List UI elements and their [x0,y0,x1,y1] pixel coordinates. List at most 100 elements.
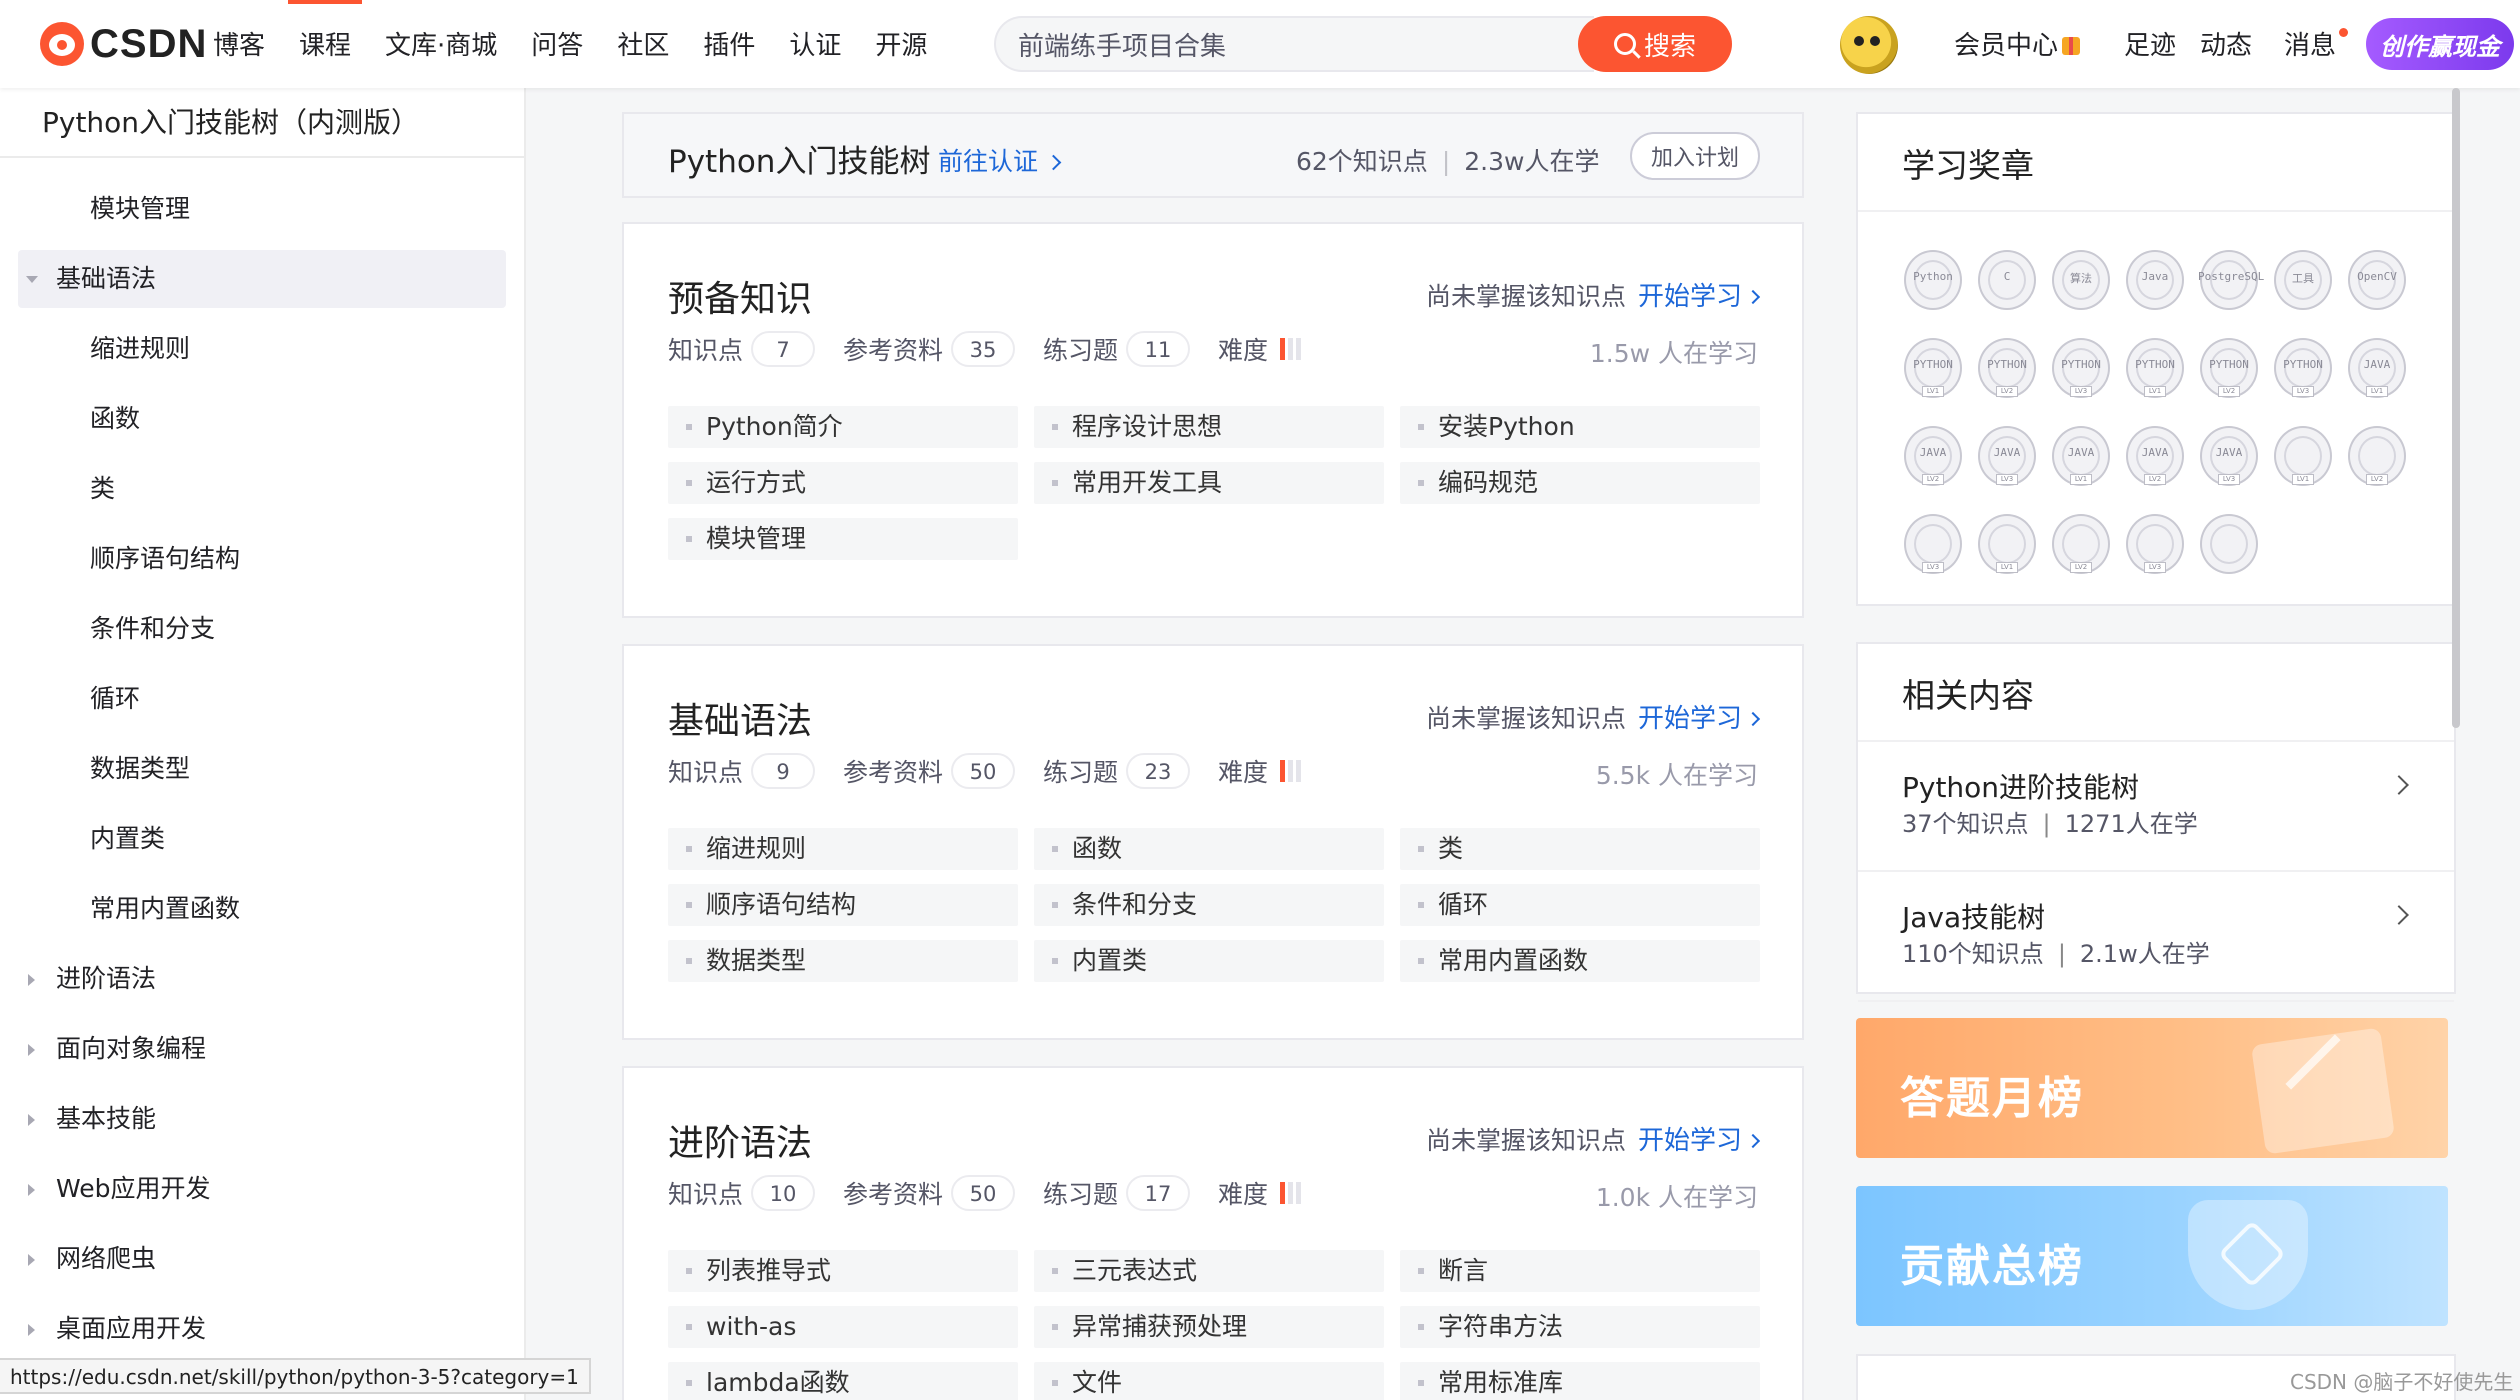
caret-right-icon[interactable] [28,1184,35,1196]
medal-badge-icon[interactable]: C [1976,248,2038,312]
topic-item[interactable]: 文件 [1034,1362,1384,1400]
nav-item[interactable]: 课程 [282,0,368,88]
exercise-count-badge[interactable]: 11 [1126,331,1191,367]
sidebar-item[interactable]: 基础语法 [0,244,524,314]
nav-item[interactable]: 认证 [772,0,858,88]
medal-badge-icon[interactable]: PYTHON LV2 [2198,336,2260,400]
sidebar-item[interactable]: Web应用开发 [0,1154,524,1224]
nav-item[interactable]: 文库·商城 [368,0,514,88]
topic-item[interactable]: 安装Python [1400,406,1760,448]
topic-item[interactable]: with-as [668,1306,1018,1348]
medal-badge-icon[interactable]: JAVA LV1 [2346,336,2408,400]
sidebar-item[interactable]: 函数 [0,384,524,454]
medal-badge-icon[interactable]: PostgreSQL [2198,248,2264,312]
medal-badge-icon[interactable]: JAVA LV3 [2198,424,2260,488]
topic-item[interactable]: 模块管理 [668,518,1018,560]
sidebar-item[interactable]: 内置类 [0,804,524,874]
topic-item[interactable]: 内置类 [1034,940,1384,982]
related-item[interactable]: Java技能树 110个知识点 | 2.1w人在学 [1858,872,2454,1002]
topic-item[interactable]: 顺序语句结构 [668,884,1018,926]
certification-link[interactable]: 前往认证 [938,142,1062,178]
sidebar-item[interactable]: 网络爬虫 [0,1224,524,1294]
sidebar-item[interactable]: 基本技能 [0,1084,524,1154]
start-learning-link[interactable]: 开始学习 [1638,1126,1742,1156]
sidebar-item[interactable]: 模块管理 [0,174,524,244]
topic-item[interactable]: 编码规范 [1400,462,1760,504]
medal-badge-icon[interactable]: 工具 [2272,248,2334,312]
search-button[interactable]: 搜索 [1578,16,1732,72]
medal-badge-icon[interactable] [2198,512,2260,576]
topic-item[interactable]: Python简介 [668,406,1018,448]
medal-badge-icon[interactable]: OpenCV [2346,248,2408,312]
knowledge-count-badge[interactable]: 7 [751,331,816,367]
start-learning-link[interactable]: 开始学习 [1638,704,1742,734]
topic-item[interactable]: 缩进规则 [668,828,1018,870]
medal-badge-icon[interactable]: PYTHON LV1 [1902,336,1964,400]
search-input[interactable] [994,16,1594,72]
sidebar-item[interactable]: 条件和分支 [0,594,524,664]
topic-item[interactable]: 常用开发工具 [1034,462,1384,504]
medal-badge-icon[interactable]: Java [2124,248,2186,312]
sidebar-item[interactable]: 类 [0,454,524,524]
knowledge-count-badge[interactable]: 10 [751,1175,816,1211]
caret-right-icon[interactable] [28,974,35,986]
create-button[interactable]: 创作赢现金 [2366,18,2514,70]
contribution-ranking-banner[interactable]: 贡献总榜 [1856,1186,2448,1326]
topic-item[interactable]: 程序设计思想 [1034,406,1384,448]
medal-badge-icon[interactable]: PYTHON LV3 [2050,336,2112,400]
medal-badge-icon[interactable]: JAVA LV3 [1976,424,2038,488]
user-avatar[interactable] [1840,16,1898,74]
sidebar-item[interactable]: 面向对象编程 [0,1014,524,1084]
sidebar-item[interactable]: 进阶语法 [0,944,524,1014]
medal-badge-icon[interactable]: JAVA LV2 [1902,424,1964,488]
topic-item[interactable]: 列表推导式 [668,1250,1018,1292]
topic-item[interactable]: 异常捕获预处理 [1034,1306,1384,1348]
medal-badge-icon[interactable]: LV3 [1902,512,1964,576]
caret-right-icon[interactable] [28,1254,35,1266]
topic-item[interactable]: 循环 [1400,884,1760,926]
sidebar-item[interactable]: 缩进规则 [0,314,524,384]
exercise-count-badge[interactable]: 17 [1126,1175,1191,1211]
scrollbar[interactable] [2452,88,2460,728]
topic-item[interactable]: 常用内置函数 [1400,940,1760,982]
caret-right-icon[interactable] [28,1044,35,1056]
reference-count-badge[interactable]: 50 [951,753,1016,789]
sidebar-item[interactable]: 常用内置函数 [0,874,524,944]
start-learning-link[interactable]: 开始学习 [1638,282,1742,312]
medal-badge-icon[interactable]: JAVA LV2 [2124,424,2186,488]
sidebar-item[interactable]: 顺序语句结构 [0,524,524,594]
topic-item[interactable]: 条件和分支 [1034,884,1384,926]
footprint-link[interactable]: 足迹 [2124,0,2176,88]
topic-item[interactable]: 字符串方法 [1400,1306,1760,1348]
csdn-logo[interactable]: CSDN [40,20,207,68]
medal-badge-icon[interactable]: PYTHON LV3 [2272,336,2334,400]
medal-badge-icon[interactable]: PYTHON LV2 [1976,336,2038,400]
medal-badge-icon[interactable]: Python [1902,248,1964,312]
nav-item[interactable]: 问答 [514,0,600,88]
reference-count-badge[interactable]: 50 [951,1175,1016,1211]
medal-badge-icon[interactable]: LV3 [2124,512,2186,576]
join-plan-button[interactable]: 加入计划 [1630,132,1760,180]
reference-count-badge[interactable]: 35 [951,331,1016,367]
medal-badge-icon[interactable]: LV2 [2346,424,2408,488]
medal-badge-icon[interactable]: LV1 [2272,424,2334,488]
nav-item[interactable]: 开源 [858,0,944,88]
caret-right-icon[interactable] [28,1324,35,1336]
nav-item[interactable]: 博客 [196,0,282,88]
topic-item[interactable]: 三元表达式 [1034,1250,1384,1292]
dynamic-link[interactable]: 动态 [2200,0,2252,88]
monthly-ranking-banner[interactable]: 答题月榜 [1856,1018,2448,1158]
topic-item[interactable]: 类 [1400,828,1760,870]
medal-badge-icon[interactable]: JAVA LV1 [2050,424,2112,488]
caret-down-icon[interactable] [26,276,38,283]
medal-badge-icon[interactable]: 算法 [2050,248,2112,312]
messages-link[interactable]: 消息 [2284,0,2349,88]
chevron-right-icon[interactable] [2389,905,2409,925]
caret-right-icon[interactable] [28,1114,35,1126]
topic-item[interactable]: 数据类型 [668,940,1018,982]
related-item[interactable]: Python进阶技能树 37个知识点 | 1271人在学 [1858,742,2454,872]
nav-item[interactable]: 插件 [686,0,772,88]
exercise-count-badge[interactable]: 23 [1126,753,1191,789]
topic-item[interactable]: lambda函数 [668,1362,1018,1400]
topic-item[interactable]: 运行方式 [668,462,1018,504]
